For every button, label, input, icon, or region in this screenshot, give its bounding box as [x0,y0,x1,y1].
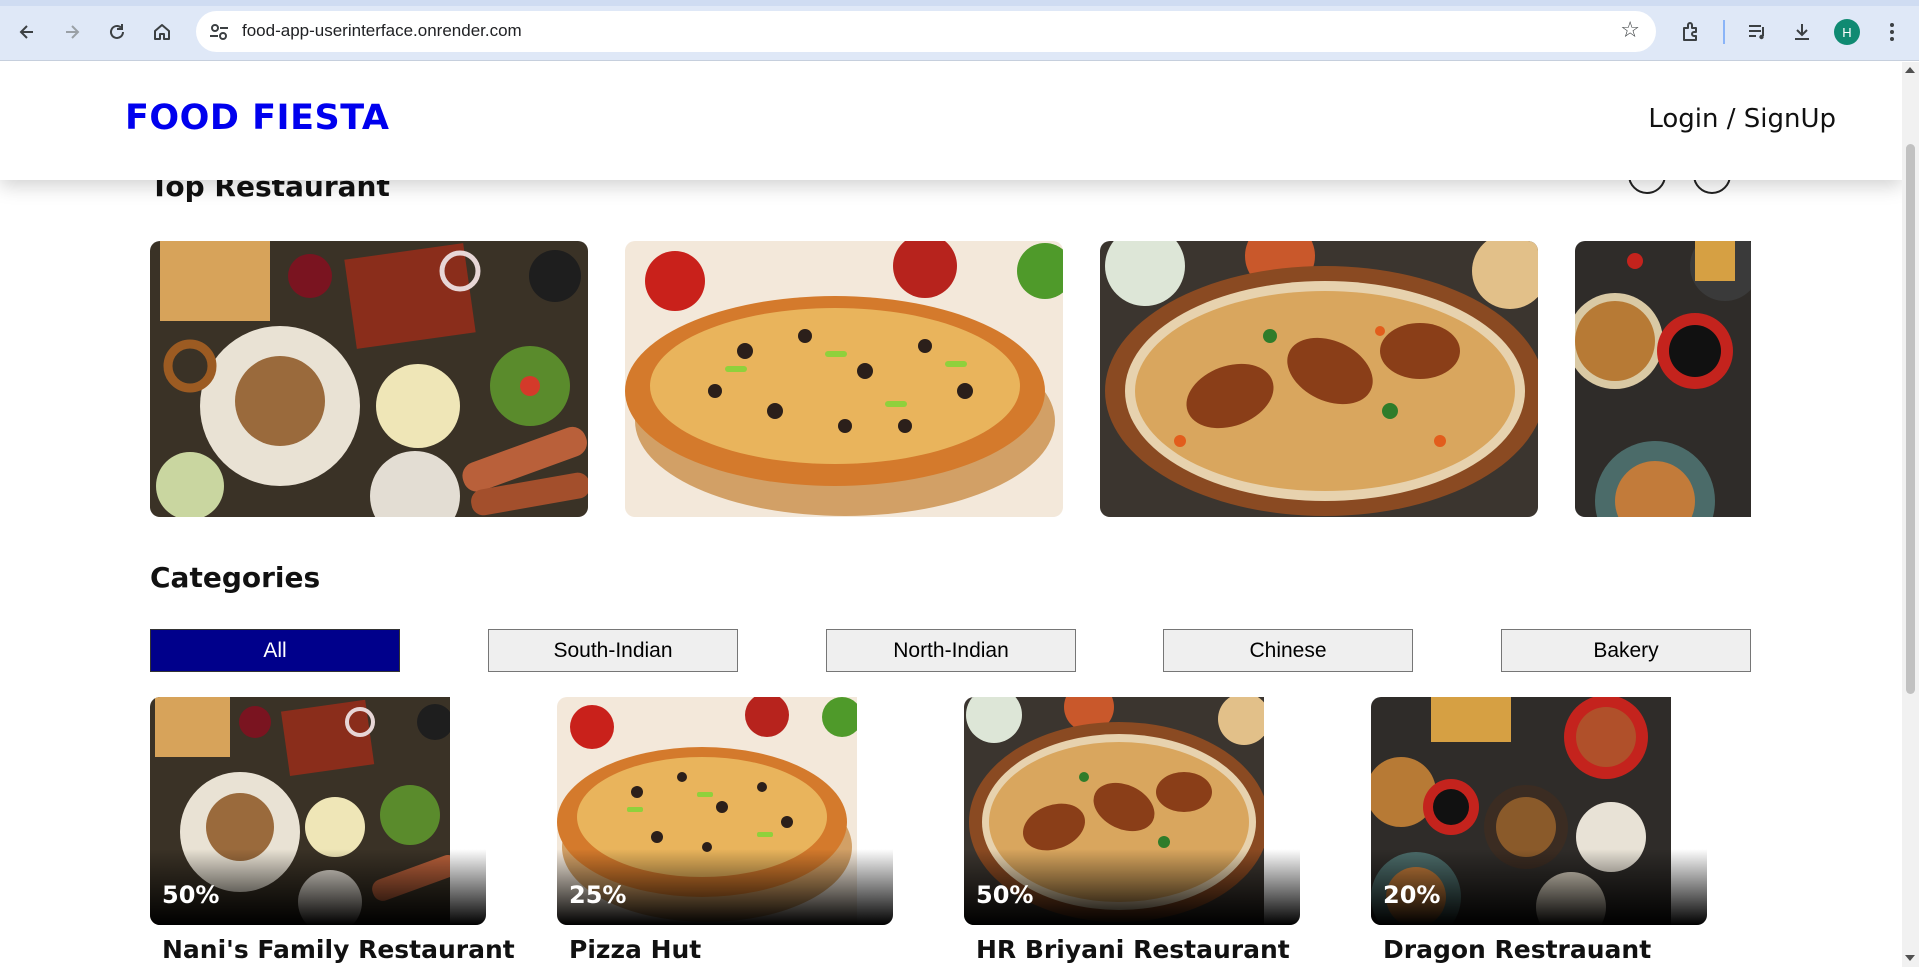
category-south-indian-button[interactable]: South-Indian [488,629,738,672]
offer-badge: 50% [162,881,220,909]
forward-icon[interactable] [58,18,86,46]
url-text[interactable]: food-app-userinterface.onrender.com [242,21,522,41]
site-settings-icon[interactable] [208,21,230,43]
home-icon[interactable] [148,18,176,46]
toolbar-separator [1723,20,1725,44]
address-bar[interactable]: food-app-userinterface.onrender.com ☆ [196,11,1656,52]
biryani-image [1100,241,1538,517]
restaurant-name[interactable]: Dragon Restrauant [1383,935,1651,964]
restaurant-card[interactable]: 20% [1371,697,1707,925]
reload-icon[interactable] [103,18,131,46]
category-chinese-button[interactable]: Chinese [1163,629,1413,672]
offer-badge: 20% [1383,881,1441,909]
site-header: FOOD FIESTA Login / SignUp [0,62,1902,180]
menu-icon[interactable] [1878,18,1906,46]
carousel-slide[interactable] [150,241,588,517]
page-scrollbar[interactable] [1902,62,1919,967]
offer-badge: 50% [976,881,1034,909]
download-icon[interactable] [1788,18,1816,46]
login-signup-link[interactable]: Login / SignUp [1648,104,1836,134]
back-icon[interactable] [13,18,41,46]
scroll-up-icon[interactable] [1905,67,1915,73]
restaurant-name[interactable]: HR Briyani Restaurant [976,935,1290,964]
media-icon[interactable] [1743,18,1771,46]
restaurant-card[interactable]: 25% [557,697,893,925]
category-north-indian-button[interactable]: North-Indian [826,629,1076,672]
pizza-image [625,241,1063,517]
scroll-down-icon[interactable] [1905,955,1915,961]
carousel-slide[interactable] [1100,241,1538,517]
offer-badge: 25% [569,881,627,909]
star-icon[interactable]: ☆ [1620,18,1640,43]
category-all-button[interactable]: All [150,629,400,672]
tab-strip-edge [0,0,1919,6]
category-bakery-button[interactable]: Bakery [1501,629,1751,672]
restaurant-name[interactable]: Pizza Hut [569,935,701,964]
scrollbar-thumb[interactable] [1906,144,1915,694]
asian-dishes-image [1575,241,1751,517]
restaurant-name[interactable]: Nani's Family Restaurant [162,935,515,964]
brand-logo[interactable]: FOOD FIESTA [125,98,389,138]
carousel-slide[interactable] [1575,241,1751,517]
assorted-platter-image [150,241,588,517]
extensions-icon[interactable] [1677,18,1705,46]
restaurant-card[interactable]: 50% [964,697,1300,925]
profile-avatar[interactable]: H [1834,19,1860,45]
browser-toolbar: food-app-userinterface.onrender.com ☆ H [0,0,1919,61]
categories-title: Categories [150,561,321,594]
restaurant-card[interactable]: 50% [150,697,486,925]
page-viewport: FOOD FIESTA Login / SignUp Top Restauran… [0,62,1902,967]
carousel-slide[interactable] [625,241,1063,517]
